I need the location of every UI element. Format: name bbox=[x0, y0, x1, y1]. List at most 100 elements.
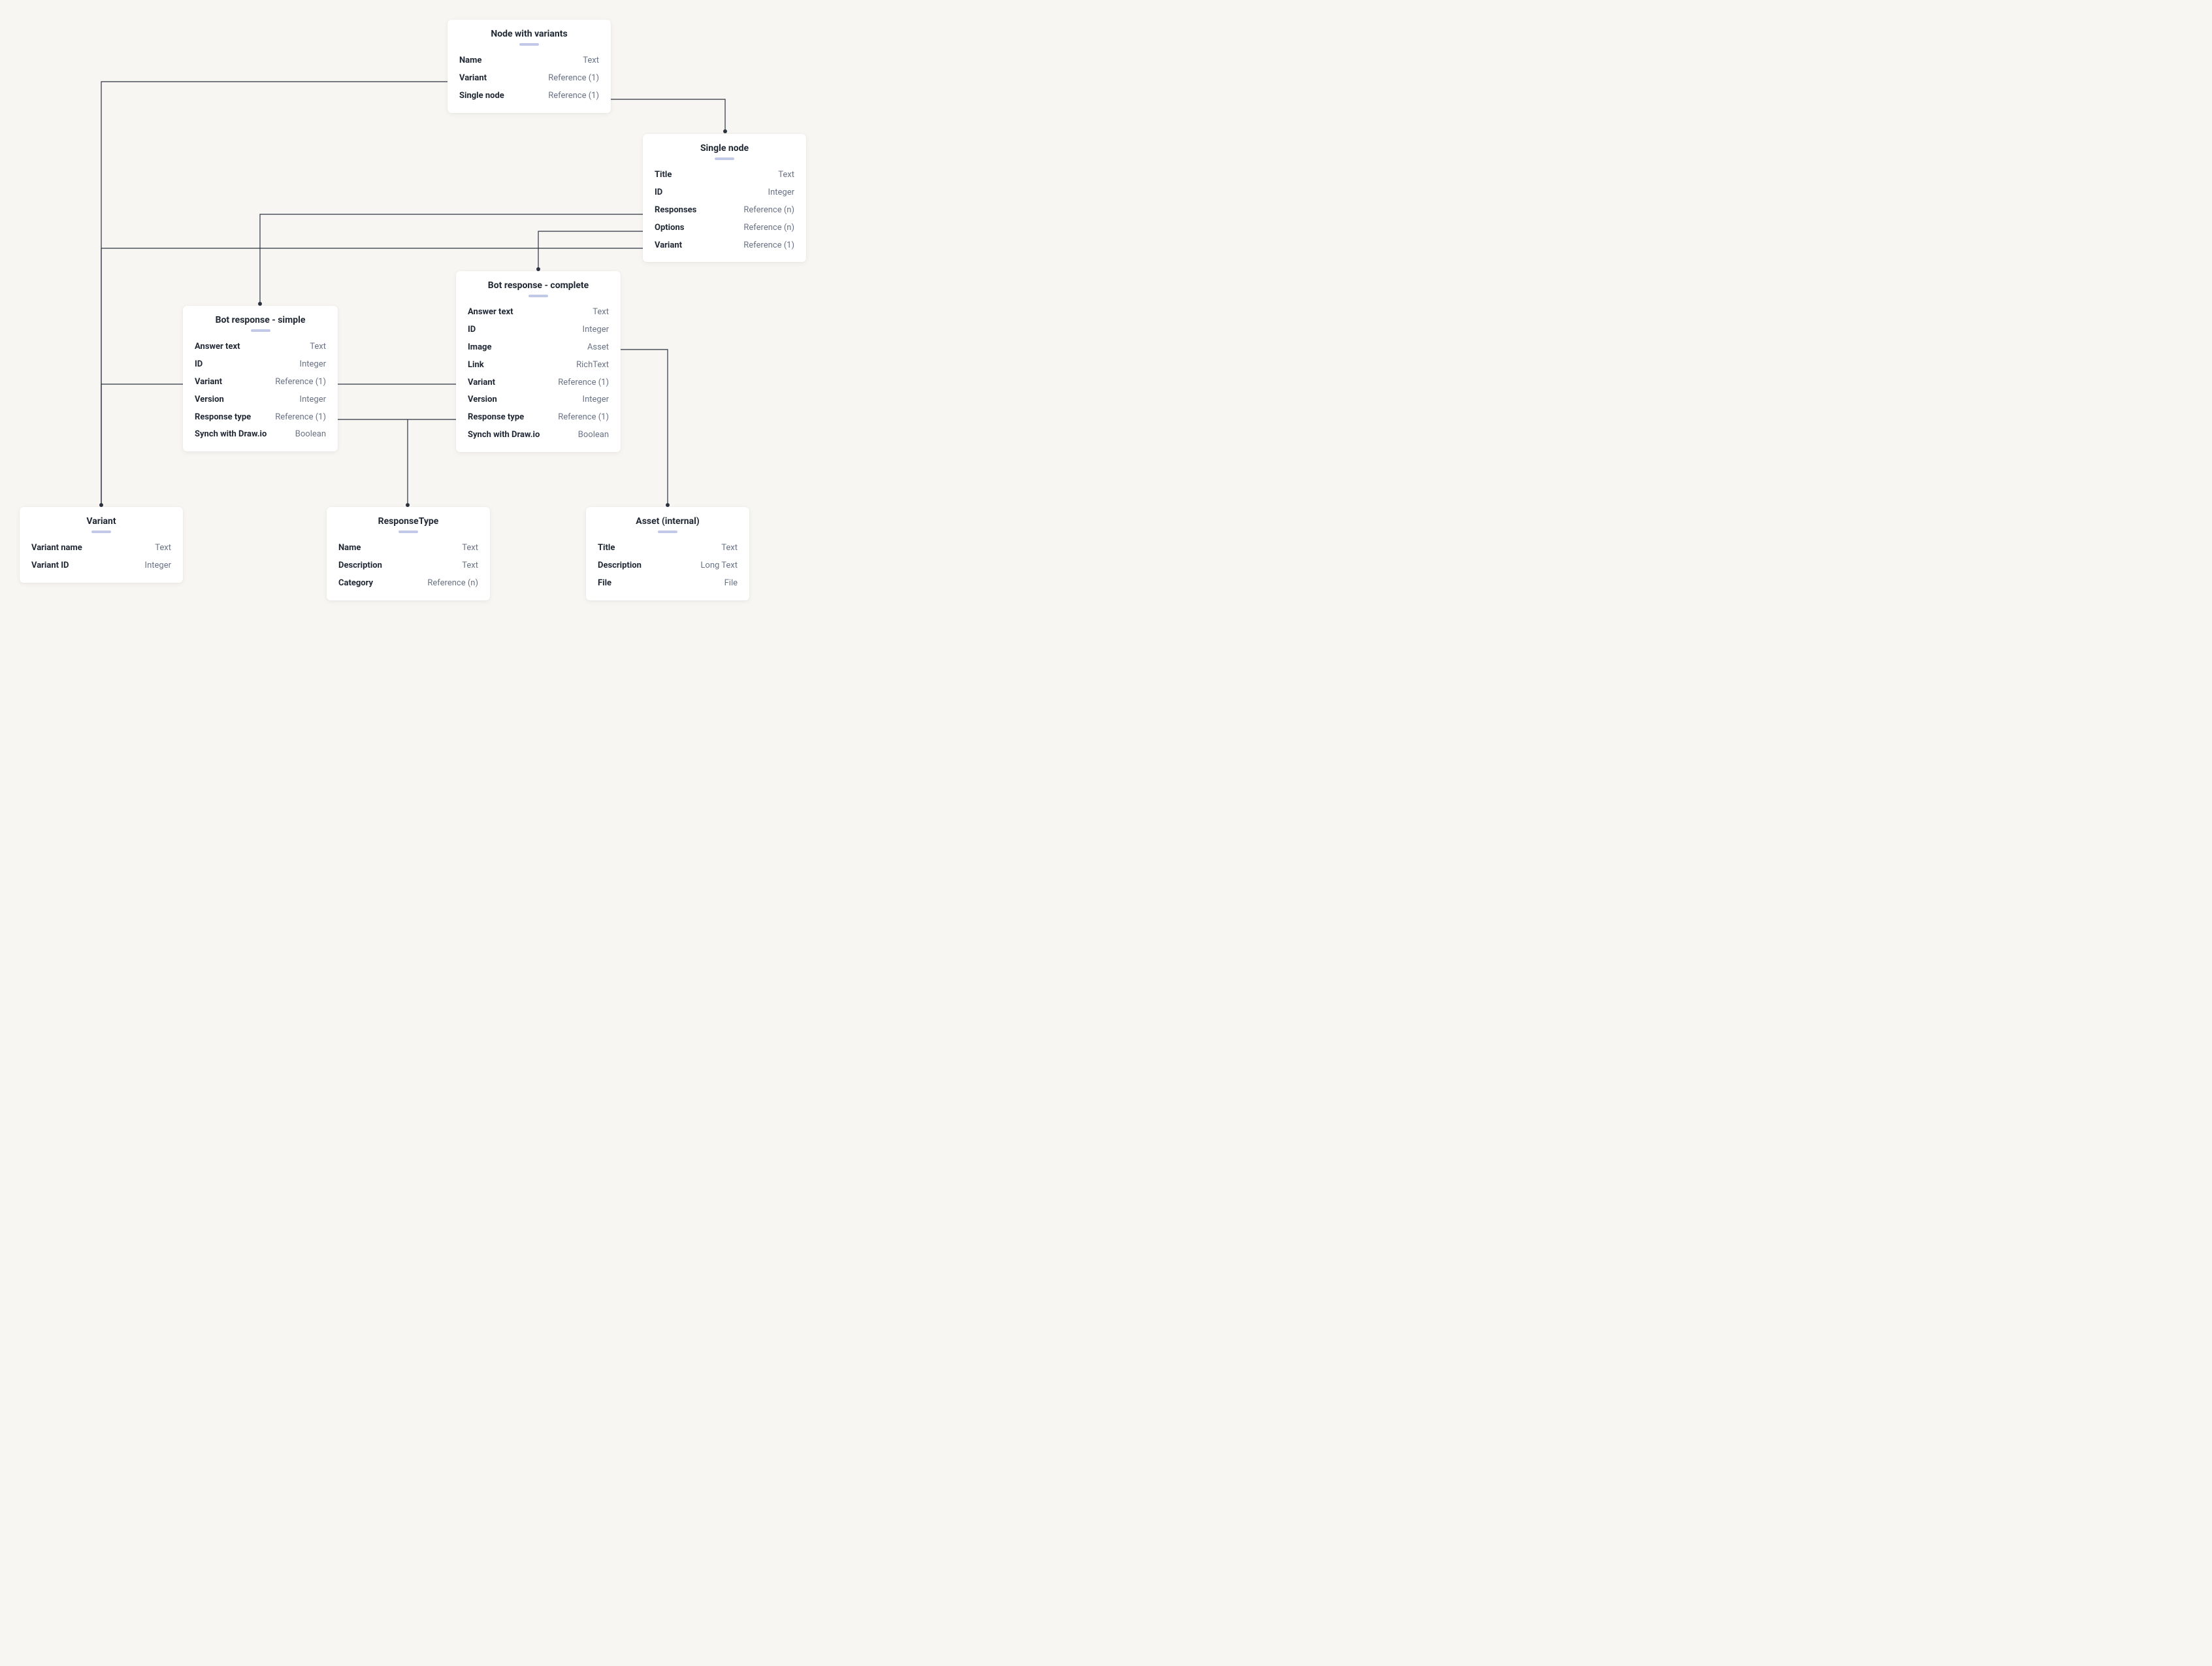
field-row: TitleText bbox=[598, 540, 738, 557]
field-key: Synch with Draw.io bbox=[468, 430, 540, 441]
card-title: Node with variants bbox=[459, 29, 599, 39]
field-type: Asset bbox=[587, 342, 609, 353]
field-row: Response type Reference (1) bbox=[468, 409, 609, 427]
field-key: Name bbox=[459, 56, 481, 67]
field-row: Variant Reference (1) bbox=[468, 374, 609, 392]
field-key: ID bbox=[195, 359, 203, 370]
field-row: Answer text Text bbox=[468, 304, 609, 321]
field-type: Reference (1) bbox=[548, 73, 599, 84]
field-type: Boolean bbox=[295, 429, 326, 440]
field-key: Answer text bbox=[468, 307, 513, 318]
field-row: ID Integer bbox=[195, 356, 326, 374]
field-type: Text bbox=[310, 342, 326, 353]
field-key: Version bbox=[468, 395, 497, 406]
field-row: Title Text bbox=[655, 167, 794, 184]
field-row: Variant ID Integer bbox=[31, 557, 171, 575]
field-key: Variant bbox=[468, 378, 495, 389]
field-row: Variant nameText bbox=[31, 540, 171, 557]
field-type: Reference (n) bbox=[743, 223, 794, 234]
card-bot-response-simple[interactable]: Bot response - simple Answer text Text ID… bbox=[183, 306, 338, 451]
field-key: Name bbox=[338, 543, 361, 554]
field-row: Options Reference (n) bbox=[655, 220, 794, 237]
accent-bar bbox=[658, 531, 677, 533]
field-type: Text bbox=[462, 561, 478, 572]
field-row: Answer text Text bbox=[195, 338, 326, 356]
field-row: ID Integer bbox=[655, 184, 794, 202]
field-row: Variant Reference (1) bbox=[195, 374, 326, 391]
field-key: Variant bbox=[195, 377, 222, 388]
field-row: IDInteger bbox=[468, 321, 609, 339]
card-response-type[interactable]: ResponseType NameText DescriptionText Ca… bbox=[327, 507, 490, 600]
field-key: Response type bbox=[195, 412, 251, 423]
field-key: Title bbox=[598, 543, 615, 554]
field-key: Response type bbox=[468, 412, 524, 423]
field-row: Response type Reference (1) bbox=[195, 409, 326, 427]
field-row: Image Asset bbox=[468, 339, 609, 357]
accent-bar bbox=[715, 157, 734, 160]
field-row: Category Reference (n) bbox=[338, 575, 478, 593]
field-row: Name Text bbox=[459, 52, 599, 70]
field-key: Title bbox=[655, 170, 672, 181]
field-type: Reference (n) bbox=[427, 578, 478, 589]
field-key: Answer text bbox=[195, 342, 240, 353]
field-row: Name Text bbox=[338, 540, 478, 557]
card-asset-internal[interactable]: Asset (internal) TitleText DescriptionLo… bbox=[586, 507, 749, 600]
field-type: Integer bbox=[768, 188, 794, 199]
field-type: Reference (1) bbox=[548, 91, 599, 102]
field-key: Version bbox=[195, 395, 224, 406]
field-type: Reference (1) bbox=[275, 412, 326, 423]
card-variant[interactable]: Variant Variant nameText Variant ID Integ… bbox=[20, 507, 183, 583]
accent-bar bbox=[529, 295, 548, 297]
field-key: Category bbox=[338, 578, 373, 589]
field-row: Description Long Text bbox=[598, 557, 738, 575]
field-type: Text bbox=[583, 56, 599, 67]
card-node-with-variants[interactable]: Node with variants Name Text VariantRefer… bbox=[447, 20, 611, 113]
field-type: Reference (n) bbox=[743, 205, 794, 216]
field-type: Reference (1) bbox=[558, 412, 609, 423]
field-row: File File bbox=[598, 575, 738, 593]
field-key: File bbox=[598, 578, 611, 589]
field-key: Link bbox=[468, 360, 484, 371]
field-row: Responses Reference (n) bbox=[655, 202, 794, 220]
accent-bar bbox=[519, 43, 539, 46]
card-title: Variant bbox=[31, 516, 171, 527]
field-key: Variant ID bbox=[31, 561, 69, 572]
card-title: Single node bbox=[655, 143, 794, 154]
field-key: Description bbox=[598, 561, 642, 572]
field-row: VariantReference (1) bbox=[459, 70, 599, 88]
field-type: Reference (1) bbox=[743, 240, 794, 252]
field-type: File bbox=[724, 578, 738, 589]
field-type: Text bbox=[778, 170, 794, 181]
field-key: Variant name bbox=[31, 543, 82, 554]
field-type: Text bbox=[593, 307, 609, 318]
field-type: Integer bbox=[300, 359, 326, 370]
field-row: Version Integer bbox=[468, 391, 609, 409]
field-type: RichText bbox=[576, 360, 609, 371]
field-row: Synch with Draw.io Boolean bbox=[195, 426, 326, 444]
accent-bar bbox=[251, 329, 270, 332]
field-key: ID bbox=[655, 188, 662, 199]
field-type: Long Text bbox=[700, 561, 738, 572]
field-type: Text bbox=[462, 543, 478, 554]
field-type: Boolean bbox=[578, 430, 609, 441]
accent-bar bbox=[398, 531, 418, 533]
accent-bar bbox=[91, 531, 111, 533]
field-key: Responses bbox=[655, 205, 696, 216]
field-row: Variant Reference (1) bbox=[655, 237, 794, 255]
field-type: Integer bbox=[300, 395, 326, 406]
field-type: Reference (1) bbox=[275, 377, 326, 388]
card-single-node[interactable]: Single node Title Text ID Integer Response… bbox=[643, 134, 806, 262]
field-key: Options bbox=[655, 223, 684, 234]
card-title: Bot response - simple bbox=[195, 315, 326, 325]
field-type: Integer bbox=[583, 395, 609, 406]
field-key: Synch with Draw.io bbox=[195, 429, 267, 440]
field-type: Reference (1) bbox=[558, 378, 609, 389]
field-key: Image bbox=[468, 342, 491, 353]
field-key: Description bbox=[338, 561, 382, 572]
field-key: Single node bbox=[459, 91, 504, 102]
diagram-canvas[interactable]: Node with variants Name Text Variant Refer… bbox=[0, 0, 830, 625]
field-key: Variant bbox=[655, 240, 682, 252]
field-key: ID bbox=[468, 325, 476, 336]
field-type: Integer bbox=[145, 561, 171, 572]
card-bot-response-complete[interactable]: Bot response - complete Answer textText … bbox=[456, 271, 621, 452]
